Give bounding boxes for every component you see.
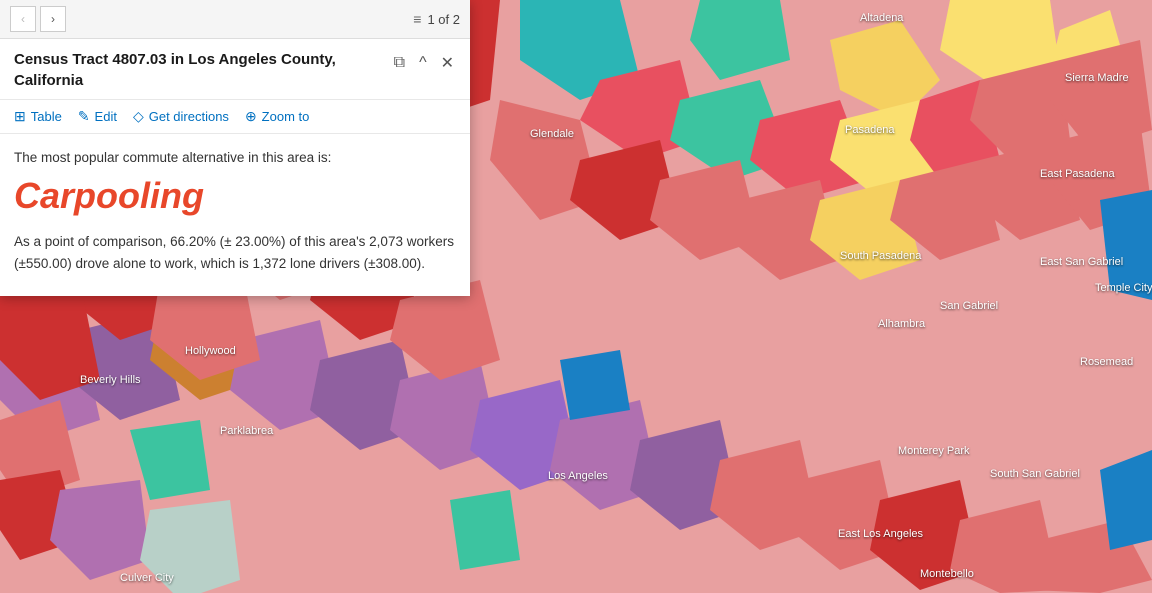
feature-title: Census Tract 4807.03 in Los Angeles Coun… — [14, 49, 354, 91]
nav-arrows: ‹ › — [10, 6, 66, 32]
edit-button[interactable]: ✎ Edit — [78, 108, 117, 125]
table-label: Table — [31, 109, 62, 124]
edit-icon: ✎ — [78, 108, 90, 125]
directions-label: Get directions — [149, 109, 229, 124]
title-actions: ⧉ ^ ✕ — [392, 51, 456, 75]
table-icon: ⊞ — [14, 108, 26, 125]
result-count-text: 1 of 2 — [427, 12, 460, 27]
stats-text: As a point of comparison, 66.20% (± 23.0… — [14, 231, 456, 276]
content-area: The most popular commute alternative in … — [0, 134, 470, 296]
carpooling-title: Carpooling — [14, 175, 456, 217]
zoom-button[interactable]: ⊕ Zoom to — [245, 108, 309, 125]
intro-text: The most popular commute alternative in … — [14, 150, 456, 165]
next-button[interactable]: › — [40, 6, 66, 32]
edit-label: Edit — [95, 109, 117, 124]
popup-panel: ‹ › ≡ 1 of 2 Census Tract 4807.03 in Los… — [0, 0, 470, 296]
list-icon: ≡ — [413, 11, 421, 27]
prev-button[interactable]: ‹ — [10, 6, 36, 32]
title-bar: Census Tract 4807.03 in Los Angeles Coun… — [0, 39, 470, 100]
collapse-button[interactable]: ^ — [417, 52, 429, 74]
table-button[interactable]: ⊞ Table — [14, 108, 62, 125]
toolbar: ⊞ Table ✎ Edit ◇ Get directions ⊕ Zoom t… — [0, 100, 470, 134]
zoom-icon: ⊕ — [245, 108, 257, 125]
close-button[interactable]: ✕ — [439, 51, 456, 75]
nav-bar: ‹ › ≡ 1 of 2 — [0, 0, 470, 39]
copy-button[interactable]: ⧉ — [392, 52, 407, 74]
zoom-label: Zoom to — [262, 109, 310, 124]
directions-icon: ◇ — [133, 108, 144, 125]
directions-button[interactable]: ◇ Get directions — [133, 108, 229, 125]
result-count: ≡ 1 of 2 — [413, 11, 460, 27]
